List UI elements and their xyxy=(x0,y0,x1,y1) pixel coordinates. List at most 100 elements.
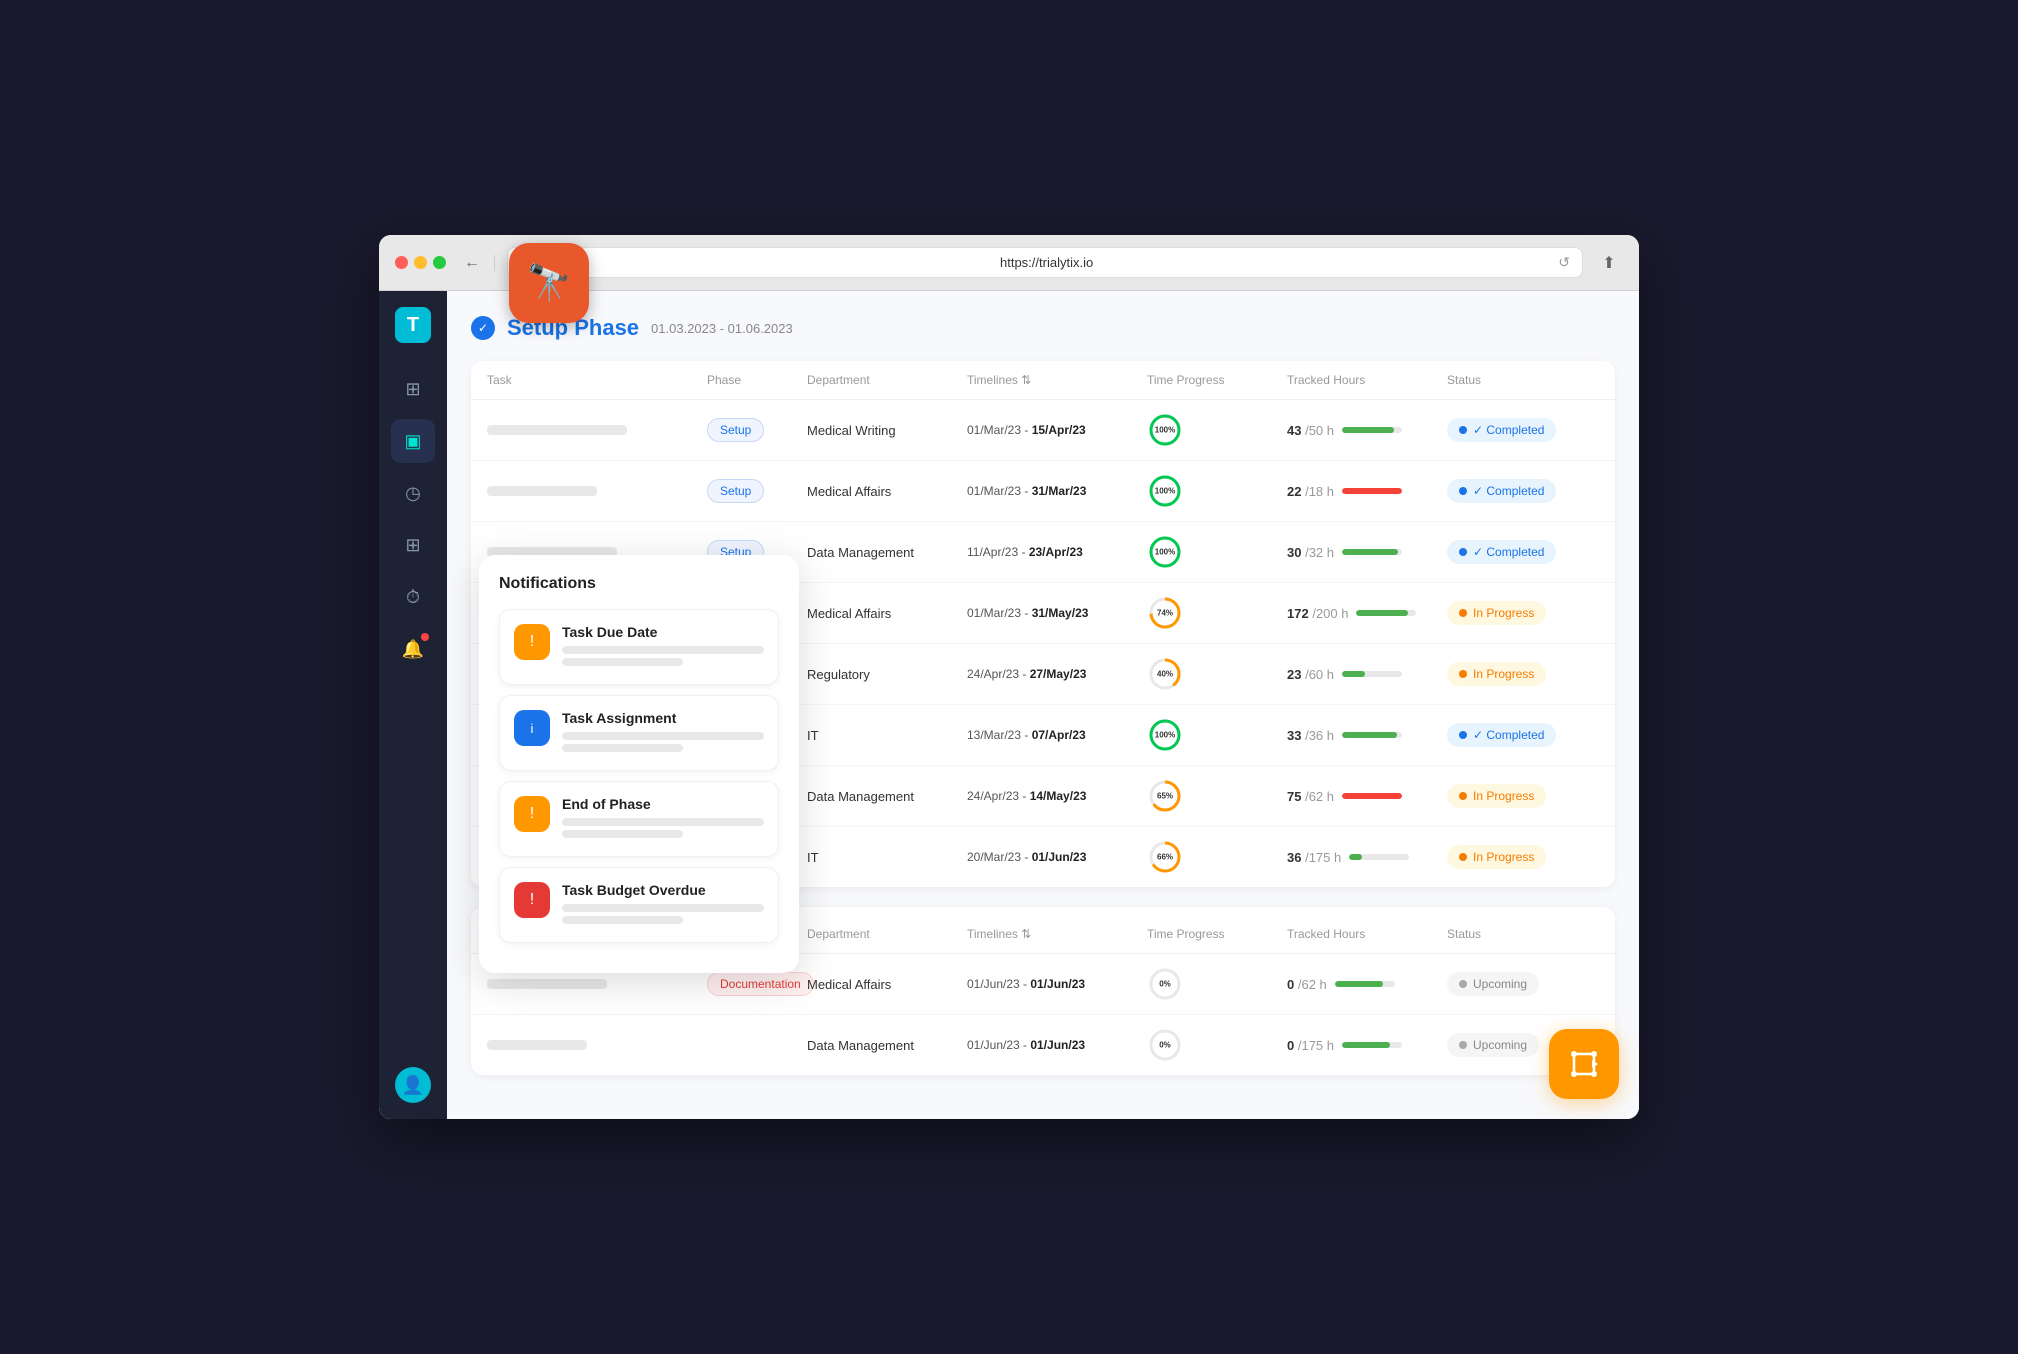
col2-status: Status xyxy=(1447,927,1587,941)
status-cell: ✓ Completed xyxy=(1447,723,1587,747)
status-badge: ✓ Completed xyxy=(1447,479,1556,503)
share-button[interactable]: ⬆ xyxy=(1595,249,1623,277)
percent-label: 100% xyxy=(1155,487,1175,496)
progress-cell: 65% xyxy=(1147,778,1287,814)
hours-bar xyxy=(1342,1042,1402,1048)
status-badge: ✓ Completed xyxy=(1447,540,1556,564)
notification-desc-1 xyxy=(562,904,764,912)
percent-label: 66% xyxy=(1157,853,1173,862)
notification-item-end-of-phase[interactable]: ! End of Phase xyxy=(499,781,779,857)
hours-cell: 36 /175 h xyxy=(1287,850,1447,865)
refresh-icon[interactable]: ↺ xyxy=(1558,254,1570,271)
notification-item-assignment[interactable]: i Task Assignment xyxy=(499,695,779,771)
hours-text: 43 /50 h xyxy=(1287,423,1334,438)
phase-cell: Documentation xyxy=(707,972,807,996)
phase-badge: Setup xyxy=(707,479,764,503)
traffic-lights xyxy=(395,256,446,269)
sidebar-item-book[interactable]: ▣ xyxy=(391,419,435,463)
sidebar-item-grid[interactable]: ⊞ xyxy=(391,523,435,567)
notification-panel: Notifications ! Task Due Date i Task Ass… xyxy=(479,555,799,973)
notification-desc-1 xyxy=(562,646,764,654)
notification-name: Task Budget Overdue xyxy=(562,882,764,898)
col-phase: Phase xyxy=(707,373,807,387)
table-header: Task Phase Department Timelines ⇅ Time P… xyxy=(471,361,1615,400)
progress-circle: 74% xyxy=(1147,595,1183,631)
hours-text: 22 /18 h xyxy=(1287,484,1334,499)
timeline-cell: 11/Apr/23 - 23/Apr/23 xyxy=(967,545,1147,559)
notification-content: Task Assignment xyxy=(562,710,764,756)
notification-desc-2 xyxy=(562,830,683,838)
percent-label: 100% xyxy=(1155,426,1175,435)
sidebar-bottom: 👤 xyxy=(395,1067,431,1103)
grid-icon: ⊞ xyxy=(405,535,420,556)
status-badge: In Progress xyxy=(1447,662,1546,686)
notification-item-due-date[interactable]: ! Task Due Date xyxy=(499,609,779,685)
url-bar[interactable]: 🔒 https://trialytix.io ↺ xyxy=(507,247,1583,278)
hours-text: 172 /200 h xyxy=(1287,606,1348,621)
status-dot xyxy=(1459,548,1467,556)
dept-cell: Medical Writing xyxy=(807,423,967,438)
notification-desc-2 xyxy=(562,658,683,666)
status-cell: In Progress xyxy=(1447,662,1587,686)
status-dot xyxy=(1459,670,1467,678)
progress-cell: 74% xyxy=(1147,595,1287,631)
phase-icon: ✓ xyxy=(471,316,495,340)
hours-text: 0 /175 h xyxy=(1287,1038,1334,1053)
status-dot xyxy=(1459,1041,1467,1049)
dept-cell: Data Management xyxy=(807,545,967,560)
minimize-button[interactable] xyxy=(414,256,427,269)
timeline-cell: 01/Jun/23 - 01/Jun/23 xyxy=(967,1038,1147,1052)
status-dot xyxy=(1459,980,1467,988)
progress-cell: 0% xyxy=(1147,966,1287,1002)
hours-bar xyxy=(1342,793,1402,799)
hours-cell: 0 /62 h xyxy=(1287,977,1447,992)
status-dot xyxy=(1459,609,1467,617)
progress-circle: 66% xyxy=(1147,839,1183,875)
end-of-phase-icon: ! xyxy=(514,796,550,832)
progress-circle: 65% xyxy=(1147,778,1183,814)
status-dot xyxy=(1459,426,1467,434)
notification-dot xyxy=(421,633,429,641)
phase-badge: Documentation xyxy=(707,972,814,996)
sidebar-item-notifications[interactable]: 🔔 xyxy=(391,627,435,671)
task-cell xyxy=(487,979,707,989)
sidebar-item-dashboard[interactable]: ⊞ xyxy=(391,367,435,411)
dashboard-icon: ⊞ xyxy=(405,379,420,400)
notification-name: Task Due Date xyxy=(562,624,764,640)
progress-circle: 100% xyxy=(1147,412,1183,448)
phase-badge: Setup xyxy=(707,418,764,442)
hours-text: 75 /62 h xyxy=(1287,789,1334,804)
dept-cell: Medical Affairs xyxy=(807,606,967,621)
dept-cell: IT xyxy=(807,850,967,865)
sidebar-item-timer[interactable]: ⏱ xyxy=(391,575,435,619)
hours-text: 23 /60 h xyxy=(1287,667,1334,682)
sidebar-item-clock[interactable]: ◷ xyxy=(391,471,435,515)
close-button[interactable] xyxy=(395,256,408,269)
task-placeholder xyxy=(487,1040,587,1050)
floating-action-button[interactable] xyxy=(1549,1029,1619,1099)
timer-icon: ⏱ xyxy=(406,587,420,608)
status-cell: In Progress xyxy=(1447,601,1587,625)
notification-item-budget-overdue[interactable]: ! Task Budget Overdue xyxy=(499,867,779,943)
status-dot xyxy=(1459,853,1467,861)
dept-cell: IT xyxy=(807,728,967,743)
notification-desc-1 xyxy=(562,732,764,740)
hours-cell: 172 /200 h xyxy=(1287,606,1447,621)
maximize-button[interactable] xyxy=(433,256,446,269)
progress-circle: 40% xyxy=(1147,656,1183,692)
status-badge: ✓ Completed xyxy=(1447,723,1556,747)
hours-cell: 75 /62 h xyxy=(1287,789,1447,804)
progress-cell: 100% xyxy=(1147,473,1287,509)
progress-circle: 0% xyxy=(1147,966,1183,1002)
task-placeholder xyxy=(487,486,597,496)
hours-text: 33 /36 h xyxy=(1287,728,1334,743)
progress-cell: 100% xyxy=(1147,412,1287,448)
bell-icon: 🔔 xyxy=(402,639,424,660)
timeline-cell: 24/Apr/23 - 27/May/23 xyxy=(967,667,1147,681)
notification-desc-2 xyxy=(562,916,683,924)
back-button[interactable]: ← xyxy=(458,249,486,277)
user-avatar[interactable]: 👤 xyxy=(395,1067,431,1103)
table-row: Setup Medical Writing 01/Mar/23 - 15/Apr… xyxy=(471,400,1615,461)
col-status: Status xyxy=(1447,373,1587,387)
percent-label: 0% xyxy=(1159,980,1171,989)
